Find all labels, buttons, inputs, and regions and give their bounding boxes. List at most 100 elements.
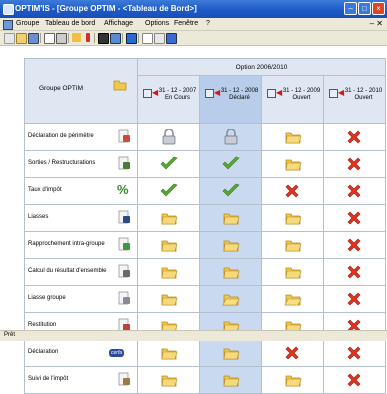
save-icon[interactable] [28, 33, 39, 44]
corner-header: Groupe OPTIM [24, 58, 138, 124]
row-label-cell[interactable]: Liasses [24, 204, 138, 232]
print-icon[interactable] [56, 33, 67, 44]
column-doc-icon[interactable] [143, 89, 152, 99]
status-cell[interactable] [323, 366, 386, 394]
row-label-cell[interactable]: Sorties / Restructurations [24, 150, 138, 178]
preview-icon[interactable] [44, 33, 55, 44]
status-cell[interactable] [137, 177, 200, 205]
status-cell[interactable] [199, 123, 262, 151]
menu-bar: Groupe Tableau de bord Affichage Options… [0, 18, 387, 31]
column-date-label: 31 - 12 - 2007 En Cours [158, 88, 197, 102]
info-icon[interactable] [142, 33, 153, 44]
status-cell[interactable] [323, 285, 386, 313]
toolbar [0, 31, 387, 46]
mdi-controls[interactable]: – ✕ [370, 19, 383, 28]
marker-icon[interactable] [86, 33, 90, 42]
status-cell[interactable] [261, 285, 324, 313]
document-window-icon [3, 20, 13, 30]
column-doc-icon[interactable] [205, 89, 214, 99]
wand-icon[interactable] [72, 33, 81, 42]
status-cell[interactable] [261, 366, 324, 394]
status-cell[interactable] [323, 150, 386, 178]
status-cell[interactable] [199, 231, 262, 259]
status-cell[interactable] [137, 231, 200, 259]
table-row: Suivi de l'impôt [24, 366, 386, 394]
status-cell[interactable] [137, 123, 200, 151]
minimize-button[interactable]: – [344, 2, 357, 15]
gear-icon [117, 264, 131, 278]
row-label-cell[interactable]: Rapprochement intra-groupe [24, 231, 138, 259]
exit-icon[interactable] [166, 33, 177, 44]
column-header-4[interactable]: ◀ 31 - 12 - 2010 Ouvert [323, 75, 386, 124]
help-icon[interactable] [154, 33, 165, 44]
column-header-1[interactable]: ◀ 31 - 12 - 2007 En Cours [137, 75, 200, 124]
status-cell[interactable] [323, 231, 386, 259]
table-row: Liasse groupe [24, 285, 386, 313]
row-label-cell[interactable]: Suivi de l'impôt [24, 366, 138, 394]
status-cell[interactable] [261, 231, 324, 259]
column-doc-icon[interactable] [329, 89, 338, 99]
row-label: Liasse groupe [28, 295, 66, 301]
column-header-3[interactable]: ◀ 31 - 12 - 2009 Ouvert [261, 75, 324, 124]
menu-tableau-de-bord[interactable]: Tableau de bord [45, 20, 95, 27]
status-cell[interactable] [261, 177, 324, 205]
row-label-cell[interactable]: Déclaration cerfa [24, 339, 138, 367]
status-cell[interactable] [137, 285, 200, 313]
menu-groupe[interactable]: Groupe [16, 20, 39, 27]
status-cell[interactable] [261, 123, 324, 151]
status-cell[interactable] [323, 258, 386, 286]
maximize-button[interactable]: □ [358, 2, 371, 15]
table-row: Liasses [24, 204, 386, 232]
row-label: Déclaration [28, 349, 59, 355]
status-cell[interactable] [137, 204, 200, 232]
column-doc-icon[interactable] [267, 89, 276, 99]
status-cell[interactable] [199, 258, 262, 286]
status-cell[interactable] [323, 339, 386, 367]
row-label-cell[interactable]: Calcul du résultat d'ensemble [24, 258, 138, 286]
row-label-cell[interactable]: Taux d'impôt% [24, 177, 138, 205]
status-cell[interactable] [261, 339, 324, 367]
calc-icon[interactable] [126, 33, 137, 44]
status-cell[interactable] [199, 285, 262, 313]
title-bar: OPTIM'IS - [Groupe OPTIM - <Tableau de B… [0, 0, 387, 18]
window-title: OPTIM'IS - [Groupe OPTIM - <Tableau de B… [15, 4, 197, 13]
menu-affichage[interactable]: Affichage [104, 20, 133, 27]
new-icon[interactable] [4, 33, 15, 44]
open-icon[interactable] [16, 33, 27, 44]
menu-help[interactable]: ? [206, 20, 210, 27]
group-label: Groupe OPTIM [39, 85, 84, 92]
status-cell[interactable] [323, 123, 386, 151]
status-cell[interactable] [137, 258, 200, 286]
close-button[interactable]: × [372, 2, 385, 15]
row-label-cell[interactable]: Liasse groupe [24, 285, 138, 313]
status-cell[interactable] [261, 204, 324, 232]
status-text: Prêt [4, 332, 16, 338]
column-date-label: 31 - 12 - 2010 Ouvert [344, 88, 383, 102]
status-cell[interactable] [137, 150, 200, 178]
chart-icon[interactable] [110, 33, 121, 44]
status-cell[interactable] [199, 204, 262, 232]
status-bar: Prêt [0, 330, 387, 341]
status-cell[interactable] [199, 150, 262, 178]
status-cell[interactable] [261, 258, 324, 286]
column-header-2[interactable]: ◀ 31 - 12 - 2008 Déclaré [199, 75, 262, 124]
folder-icon [113, 80, 127, 91]
status-cell[interactable] [323, 204, 386, 232]
status-cell[interactable] [199, 366, 262, 394]
status-cell[interactable] [323, 177, 386, 205]
menu-options[interactable]: Options [145, 20, 169, 27]
table-row: Sorties / Restructurations [24, 150, 386, 178]
book-icon[interactable] [98, 33, 109, 44]
status-cell[interactable] [199, 339, 262, 367]
status-cell[interactable] [137, 366, 200, 394]
table-row: Taux d'impôt% [24, 177, 386, 205]
row-label-cell[interactable]: Déclaration de périmètre [24, 123, 138, 151]
tax-follow-icon [117, 372, 131, 386]
status-cell[interactable] [261, 150, 324, 178]
app-icon [3, 4, 14, 15]
status-cell[interactable] [137, 339, 200, 367]
row-label: Rapprochement intra-groupe [28, 241, 105, 247]
document-icon [117, 129, 131, 143]
menu-fenetre[interactable]: Fenêtre [174, 20, 198, 27]
status-cell[interactable] [199, 177, 262, 205]
